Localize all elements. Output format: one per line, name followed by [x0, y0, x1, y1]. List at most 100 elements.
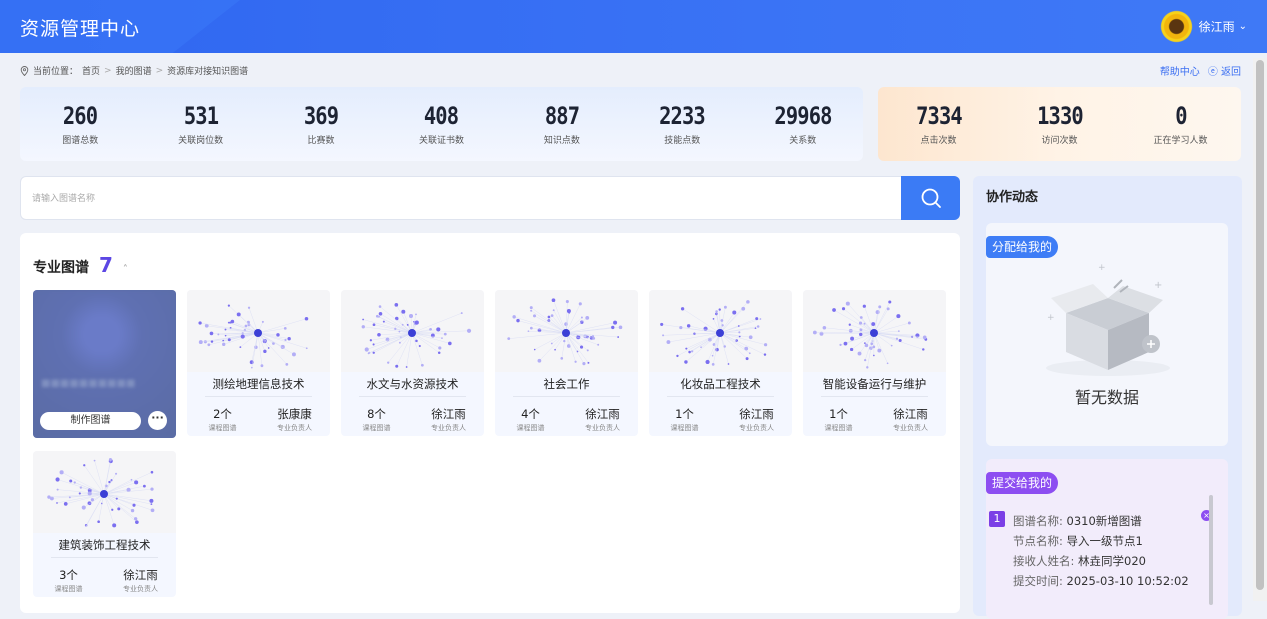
- time-row: 提交时间: 2025-03-10 10:52:02: [1013, 571, 1189, 591]
- submitted-tag: 提交给我的: [986, 472, 1058, 494]
- stat-label: 技能点数: [627, 133, 737, 146]
- svg-text:+: +: [1047, 313, 1055, 323]
- course-count-block: 3个课程图谱: [33, 567, 104, 594]
- svg-text:+: +: [1098, 263, 1106, 273]
- breadcrumb-separator-icon: >: [156, 66, 164, 76]
- card-title: 测绘地理信息技术: [187, 376, 330, 392]
- stat-value: 260: [33, 102, 127, 130]
- stat-item: 408关联证书数: [386, 102, 496, 146]
- graph-card-active[interactable]: ■■■■■■■■■■ 制作图谱 ···: [33, 290, 176, 438]
- submission-item[interactable]: 图谱名称: 0310新增图谱 节点名称: 导入一级节点1 接收人姓名: 林垚同学…: [1013, 511, 1189, 591]
- stat-item: 29968关系数: [748, 102, 858, 146]
- owner-label: 专业负责人: [875, 423, 946, 433]
- collapse-arrow-icon[interactable]: ˄: [123, 264, 128, 275]
- search-input[interactable]: [21, 177, 881, 219]
- owner-name: 张康康: [259, 406, 330, 422]
- course-count: 1个: [803, 406, 874, 422]
- network-graph-image: [187, 290, 330, 372]
- search-button[interactable]: [901, 176, 960, 220]
- card-title: 水文与水资源技术: [341, 376, 484, 392]
- card-divider: [821, 396, 928, 397]
- stat-label: 正在学习人数: [1126, 133, 1236, 146]
- stat-value: 7334: [892, 102, 986, 130]
- stat-label: 点击次数: [884, 133, 994, 146]
- section-header: 专业图谱 7 ˄: [33, 253, 128, 277]
- section-title: 专业图谱: [33, 257, 89, 277]
- graph-thumbnail: [495, 290, 638, 372]
- breadcrumb-my-graphs[interactable]: 我的图谱: [116, 64, 152, 77]
- breadcrumb: 当前位置： 首页 > 我的图谱 > 资源库对接知识图谱: [20, 64, 248, 77]
- stat-label: 访问次数: [1005, 133, 1115, 146]
- graph-card[interactable]: 测绘地理信息技术 2个课程图谱 张康康专业负责人: [187, 290, 330, 436]
- course-count: 4个: [495, 406, 566, 422]
- stat-item: 260 图谱总数: [25, 102, 135, 146]
- owner-block: 徐江雨专业负责人: [721, 406, 792, 433]
- graph-name-label: 图谱名称:: [1013, 514, 1063, 528]
- receiver-row: 接收人姓名: 林垚同学020: [1013, 551, 1189, 571]
- card-name-blurred: ■■■■■■■■■■: [41, 378, 135, 389]
- stat-item: 2233 技能点数: [627, 102, 737, 146]
- graph-card[interactable]: 水文与水资源技术 8个课程图谱 徐江雨专业负责人: [341, 290, 484, 436]
- owner-name: 徐江雨: [875, 406, 946, 422]
- graph-name-value: 0310新增图谱: [1067, 514, 1142, 528]
- page-scrollbar[interactable]: [1253, 58, 1267, 601]
- graph-card[interactable]: 社会工作 4个课程图谱 徐江雨专业负责人: [495, 290, 638, 436]
- card-divider: [359, 396, 466, 397]
- search-icon[interactable]: [920, 187, 942, 209]
- course-count-block: 4个课程图谱: [495, 406, 566, 433]
- chevron-down-icon[interactable]: ⌄: [1239, 21, 1247, 32]
- make-graph-button[interactable]: 制作图谱: [40, 412, 141, 430]
- stat-label: 关联证书数: [386, 133, 496, 146]
- more-options-button[interactable]: ···: [148, 411, 167, 430]
- receiver-value: 林垚同学020: [1078, 554, 1146, 568]
- empty-box-icon: + + +: [1041, 258, 1176, 383]
- user-name[interactable]: 徐江雨: [1199, 18, 1235, 35]
- network-graph-image: [649, 290, 792, 372]
- page-scrollbar-thumb[interactable]: [1256, 60, 1264, 590]
- stat-value: 369: [274, 102, 368, 130]
- stat-label: 图谱总数: [25, 133, 135, 146]
- graph-card[interactable]: 建筑装饰工程技术 3个课程图谱 徐江雨专业负责人: [33, 451, 176, 597]
- stat-item: 531关联岗位数: [146, 102, 256, 146]
- course-count-label: 课程图谱: [33, 584, 104, 594]
- avatar[interactable]: [1160, 10, 1193, 43]
- svg-text:+: +: [1154, 280, 1162, 291]
- network-graph-image: [341, 290, 484, 372]
- back-link[interactable]: ⓔ 返回: [1208, 63, 1241, 78]
- stats-panel-secondary: 7334点击次数 1330访问次数 0正在学习人数: [878, 87, 1241, 161]
- back-label[interactable]: 返回: [1221, 67, 1241, 78]
- back-arrow-icon[interactable]: ⓔ: [1208, 67, 1218, 78]
- network-graph-image: [495, 290, 638, 372]
- card-title: 建筑装饰工程技术: [33, 537, 176, 553]
- owner-label: 专业负责人: [413, 423, 484, 433]
- breadcrumb-separator-icon: >: [104, 66, 112, 76]
- help-links: 帮助中心 ⓔ 返回: [1160, 63, 1241, 78]
- owner-block: 徐江雨专业负责人: [567, 406, 638, 433]
- owner-block: 徐江雨专业负责人: [413, 406, 484, 433]
- course-count-label: 课程图谱: [803, 423, 874, 433]
- graph-name-row: 图谱名称: 0310新增图谱: [1013, 511, 1189, 531]
- breadcrumb-prefix: 当前位置：: [33, 64, 78, 77]
- course-count-block: 1个课程图谱: [803, 406, 874, 433]
- assigned-to-me-box: 分配给我的 + + + 暂无数据: [986, 223, 1228, 446]
- panel-scrollbar[interactable]: [1209, 495, 1213, 605]
- stat-value: 2233: [636, 102, 730, 130]
- node-name-row: 节点名称: 导入一级节点1: [1013, 531, 1189, 551]
- graph-thumbnail: [341, 290, 484, 372]
- node-name-value: 导入一级节点1: [1067, 534, 1143, 548]
- card-divider: [205, 396, 312, 397]
- help-center-link[interactable]: 帮助中心: [1160, 63, 1200, 78]
- breadcrumb-home[interactable]: 首页: [82, 64, 100, 77]
- owner-label: 专业负责人: [721, 423, 792, 433]
- course-count-block: 8个课程图谱: [341, 406, 412, 433]
- stat-item: 887知识点数: [507, 102, 617, 146]
- owner-label: 专业负责人: [567, 423, 638, 433]
- card-title: 社会工作: [495, 376, 638, 392]
- course-count-label: 课程图谱: [187, 423, 258, 433]
- stat-value: 29968: [756, 102, 850, 130]
- stat-item: 7334 点击次数: [884, 102, 994, 146]
- graph-card[interactable]: 化妆品工程技术 1个课程图谱 徐江雨专业负责人: [649, 290, 792, 436]
- user-menu[interactable]: 徐江雨 ⌄: [1160, 10, 1247, 43]
- stat-item: 1330访问次数: [1005, 102, 1115, 146]
- graph-card[interactable]: 智能设备运行与维护 1个课程图谱 徐江雨专业负责人: [803, 290, 946, 436]
